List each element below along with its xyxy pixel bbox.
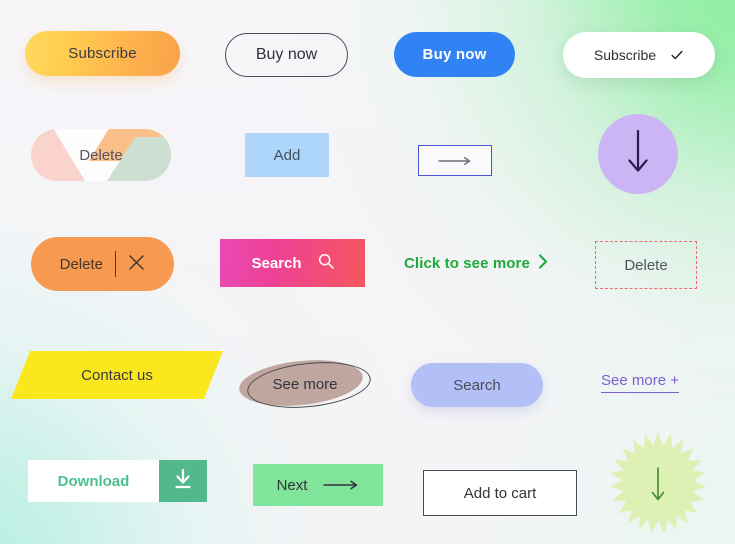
delete-dashed-button[interactable]: Delete	[595, 241, 697, 289]
buy-now-outline-surface[interactable]: Buy now	[225, 33, 348, 77]
contact-us-label: Contact us	[81, 366, 153, 384]
wedge-left-decoration	[31, 129, 85, 181]
arrow-box-button[interactable]	[418, 145, 492, 176]
circle-down-arrow-button[interactable]	[598, 114, 678, 194]
starburst-download-button[interactable]	[603, 432, 713, 542]
see-more-ellipse-button[interactable]: See more	[237, 354, 373, 414]
add-to-cart-surface[interactable]: Add to cart	[423, 470, 577, 516]
delete-wedge-button[interactable]: Delete	[31, 129, 171, 181]
next-green-surface[interactable]: Next	[253, 464, 383, 506]
circle-down-arrow-surface[interactable]	[598, 114, 678, 194]
download-split-button[interactable]: Download	[28, 460, 207, 502]
delete-dashed-label: Delete	[624, 256, 668, 274]
download-label-area[interactable]: Download	[28, 460, 159, 502]
search-pink-button[interactable]: Search	[220, 239, 365, 287]
arrow-right-icon	[438, 156, 472, 166]
delete-orange-surface[interactable]: Delete	[31, 237, 174, 291]
next-green-button[interactable]: Next	[253, 464, 383, 506]
button-gallery-canvas: Subscribe Buy now Buy now Subscribe Dele…	[0, 0, 735, 544]
see-more-plus-label[interactable]: See more +	[601, 372, 679, 393]
search-periwinkle-surface[interactable]: Search	[411, 363, 543, 407]
delete-orange-button[interactable]: Delete	[31, 237, 174, 291]
delete-orange-label: Delete	[59, 255, 103, 273]
search-pink-label: Search	[251, 254, 302, 272]
contact-us-button[interactable]: Contact us	[11, 351, 223, 399]
subscribe-white-button[interactable]: Subscribe	[563, 32, 715, 78]
arrow-box-surface[interactable]	[418, 145, 492, 176]
delete-wedge-label: Delete	[79, 146, 123, 164]
subscribe-gradient-button[interactable]: Subscribe	[25, 31, 180, 76]
subscribe-white-surface[interactable]: Subscribe	[563, 32, 715, 78]
close-x-icon[interactable]	[128, 254, 145, 275]
add-blue-label: Add	[273, 146, 301, 164]
subscribe-gradient-surface[interactable]: Subscribe	[25, 31, 180, 76]
search-periwinkle-button[interactable]: Search	[411, 363, 543, 407]
add-blue-button[interactable]: Add	[245, 133, 329, 177]
delete-wedge-surface[interactable]: Delete	[31, 129, 171, 181]
arrow-right-icon	[323, 477, 359, 494]
see-more-ellipse-surface[interactable]: See more	[237, 354, 373, 414]
chevron-right-icon	[538, 254, 548, 273]
download-split-surface[interactable]: Download	[28, 460, 207, 502]
delete-dashed-surface[interactable]: Delete	[595, 241, 697, 289]
add-to-cart-button[interactable]: Add to cart	[423, 470, 577, 516]
search-periwinkle-label: Search	[453, 376, 501, 394]
click-to-see-more-surface[interactable]: Click to see more	[404, 254, 548, 273]
search-pink-surface[interactable]: Search	[220, 239, 365, 287]
download-label: Download	[57, 472, 130, 490]
see-more-plus-link[interactable]: See more +	[601, 372, 679, 393]
arrow-down-icon	[625, 129, 651, 180]
add-blue-surface[interactable]: Add	[245, 133, 329, 177]
add-to-cart-label: Add to cart	[463, 484, 537, 502]
buy-now-outline-label: Buy now	[255, 46, 318, 63]
check-icon	[670, 48, 684, 62]
see-more-ellipse-label: See more	[272, 375, 338, 393]
arrow-down-icon	[649, 466, 667, 509]
starburst-download-surface[interactable]	[603, 432, 713, 542]
contact-us-surface[interactable]: Contact us	[11, 351, 223, 399]
buy-now-blue-button[interactable]: Buy now	[394, 32, 515, 77]
buy-now-blue-surface[interactable]: Buy now	[394, 32, 515, 77]
click-to-see-more-label: Click to see more	[404, 255, 530, 272]
divider	[114, 251, 117, 277]
buy-now-blue-label: Buy now	[422, 46, 487, 63]
subscribe-gradient-label: Subscribe	[68, 45, 137, 62]
search-icon	[318, 253, 334, 273]
buy-now-outline-button[interactable]: Buy now	[225, 33, 348, 77]
download-icon	[172, 467, 194, 496]
download-icon-button[interactable]	[159, 460, 207, 502]
subscribe-white-label: Subscribe	[593, 47, 657, 63]
next-green-label: Next	[276, 476, 308, 494]
click-to-see-more-link[interactable]: Click to see more	[404, 254, 548, 273]
